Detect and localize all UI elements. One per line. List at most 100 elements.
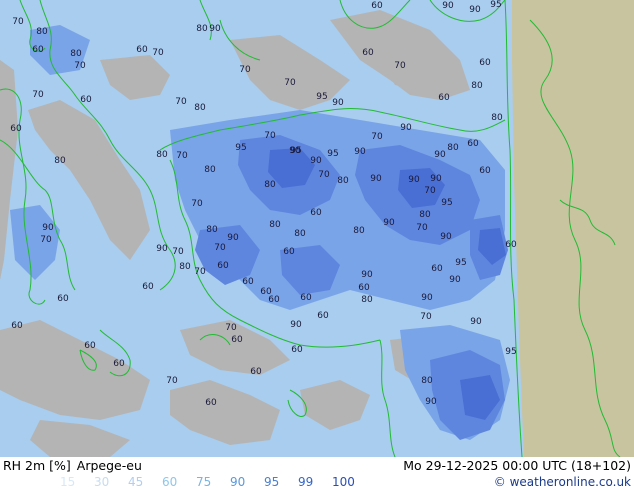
legend-level-90: 90 bbox=[230, 475, 246, 489]
contour-label: 90 bbox=[370, 174, 382, 184]
contour-label: 80 bbox=[294, 229, 306, 239]
model-label: Arpege-eu bbox=[76, 458, 142, 473]
contour-label: 95 bbox=[327, 149, 338, 159]
contour-label: 90 bbox=[383, 218, 395, 228]
legend-level-60: 60 bbox=[162, 475, 178, 489]
contour-label: 80 bbox=[421, 376, 433, 386]
contour-label: 80 bbox=[361, 295, 373, 305]
contour-label: 60 bbox=[362, 48, 374, 58]
contour-label: 90 bbox=[434, 150, 446, 160]
legend-level-99: 99 bbox=[298, 475, 314, 489]
contour-label: 70 bbox=[32, 90, 44, 100]
contour-label: 90 bbox=[209, 24, 221, 34]
contour-label: 60 bbox=[283, 247, 295, 257]
contour-label: 70 bbox=[394, 61, 406, 71]
contour-label: 60 bbox=[505, 240, 517, 250]
contour-label: 80 bbox=[491, 113, 503, 123]
contour-label: 70 bbox=[264, 131, 276, 141]
contour-label: 60 bbox=[268, 295, 280, 305]
contour-label: 60 bbox=[291, 345, 303, 355]
contour-label: 60 bbox=[57, 294, 69, 304]
contour-label: 90 bbox=[425, 397, 437, 407]
contour-label: 70 bbox=[40, 235, 52, 245]
weather-map: 70 80 60 80 70 60 70 80 90 60 90 90 95 60 70 70 70 60 60 80… bbox=[0, 0, 634, 457]
contour-label: 60 bbox=[438, 93, 450, 103]
contour-label: 60 bbox=[371, 1, 383, 11]
contour-label: 80 bbox=[471, 81, 483, 91]
contour-label: 80 bbox=[447, 143, 459, 153]
contour-label: 90 bbox=[400, 123, 412, 133]
contour-label: 90 bbox=[42, 223, 54, 233]
contour-label: 90 bbox=[442, 1, 454, 11]
contour-label: 70 bbox=[194, 267, 206, 277]
contour-label: 90 bbox=[469, 5, 481, 15]
legend-level-45: 45 bbox=[128, 475, 144, 489]
contour-label: 70 bbox=[420, 312, 432, 322]
contour-label: 70 bbox=[214, 243, 226, 253]
contour-label: 95 bbox=[235, 143, 246, 153]
contour-label: 70 bbox=[318, 170, 330, 180]
contour-label: 95 bbox=[441, 198, 452, 208]
contour-label: 90 bbox=[421, 293, 433, 303]
contour-label: 80 bbox=[70, 49, 82, 59]
contour-label: 80 bbox=[264, 180, 276, 190]
contour-label: 60 bbox=[467, 139, 479, 149]
contour-label: 60 bbox=[479, 58, 491, 68]
contour-label: 80 bbox=[179, 262, 191, 272]
contour-label: 90 bbox=[440, 232, 452, 242]
contour-label: 60 bbox=[84, 341, 96, 351]
contour-label: 95 bbox=[455, 258, 466, 268]
legend-level-75: 75 bbox=[196, 475, 212, 489]
contour-label: 70 bbox=[371, 132, 383, 142]
map-footer: RH 2m [%] Arpege-eu Mo 29-12-2025 00:00 U… bbox=[0, 457, 634, 490]
legend-level-95: 95 bbox=[264, 475, 280, 489]
contour-label: 70 bbox=[172, 247, 184, 257]
contour-label: 80 bbox=[269, 220, 281, 230]
contour-label: 70 bbox=[152, 48, 164, 58]
rh-map-canvas: 708060 807060 7080 9060 90 90 9560707070606080… bbox=[0, 0, 634, 457]
contour-label: 90 bbox=[156, 244, 168, 254]
contour-label: 70 bbox=[175, 97, 187, 107]
color-legend: 15 30 45 60 75 90 95 99 100 bbox=[60, 475, 366, 489]
contour-label: 95 bbox=[316, 92, 327, 102]
contour-label: 70 bbox=[225, 323, 237, 333]
contour-label: 70 bbox=[176, 151, 188, 161]
contour-label: 90 bbox=[470, 317, 482, 327]
contour-label: 90 bbox=[430, 174, 442, 184]
contour-label: 70 bbox=[12, 17, 24, 27]
contour-label: 70 bbox=[166, 376, 178, 386]
map-title: RH 2m [%] Arpege-eu bbox=[3, 458, 148, 473]
contour-label: 70 bbox=[74, 61, 86, 71]
contour-label: 90 bbox=[449, 275, 461, 285]
valid-time-label: Mo 29-12-2025 00:00 UTC (18+102) bbox=[403, 458, 631, 473]
contour-label: 80 bbox=[196, 24, 208, 34]
contour-label: 60 bbox=[11, 321, 23, 331]
contour-label: 60 bbox=[231, 335, 243, 345]
credit-link[interactable]: © weatheronline.co.uk bbox=[494, 475, 631, 489]
legend-level-15: 15 bbox=[60, 475, 76, 489]
contour-label: 60 bbox=[32, 45, 44, 55]
contour-label: 80 bbox=[419, 210, 431, 220]
contour-label: 70 bbox=[416, 223, 428, 233]
contour-label: 60 bbox=[205, 398, 217, 408]
contour-label: 70 bbox=[191, 199, 203, 209]
contour-label: 70 bbox=[239, 65, 251, 75]
contour-label: 80 bbox=[194, 103, 206, 113]
contour-label: 60 bbox=[250, 367, 262, 377]
contour-label: 60 bbox=[136, 45, 148, 55]
contour-label: 60 bbox=[142, 282, 154, 292]
contour-label: 80 bbox=[206, 225, 218, 235]
contour-label: 95 bbox=[505, 347, 516, 357]
contour-label: 90 bbox=[227, 233, 239, 243]
contour-label: 60 bbox=[80, 95, 92, 105]
contour-label: 60 bbox=[317, 311, 329, 321]
outside-domain-area bbox=[512, 0, 634, 457]
contour-label: 90 bbox=[310, 156, 322, 166]
contour-label: 70 bbox=[424, 186, 436, 196]
contour-label: 60 bbox=[300, 293, 312, 303]
contour-label: 95 bbox=[290, 146, 301, 156]
contour-label: 90 bbox=[408, 175, 420, 185]
variable-label: RH 2m [%] bbox=[3, 458, 71, 473]
contour-label: 95 bbox=[490, 0, 501, 10]
contour-label: 60 bbox=[479, 166, 491, 176]
